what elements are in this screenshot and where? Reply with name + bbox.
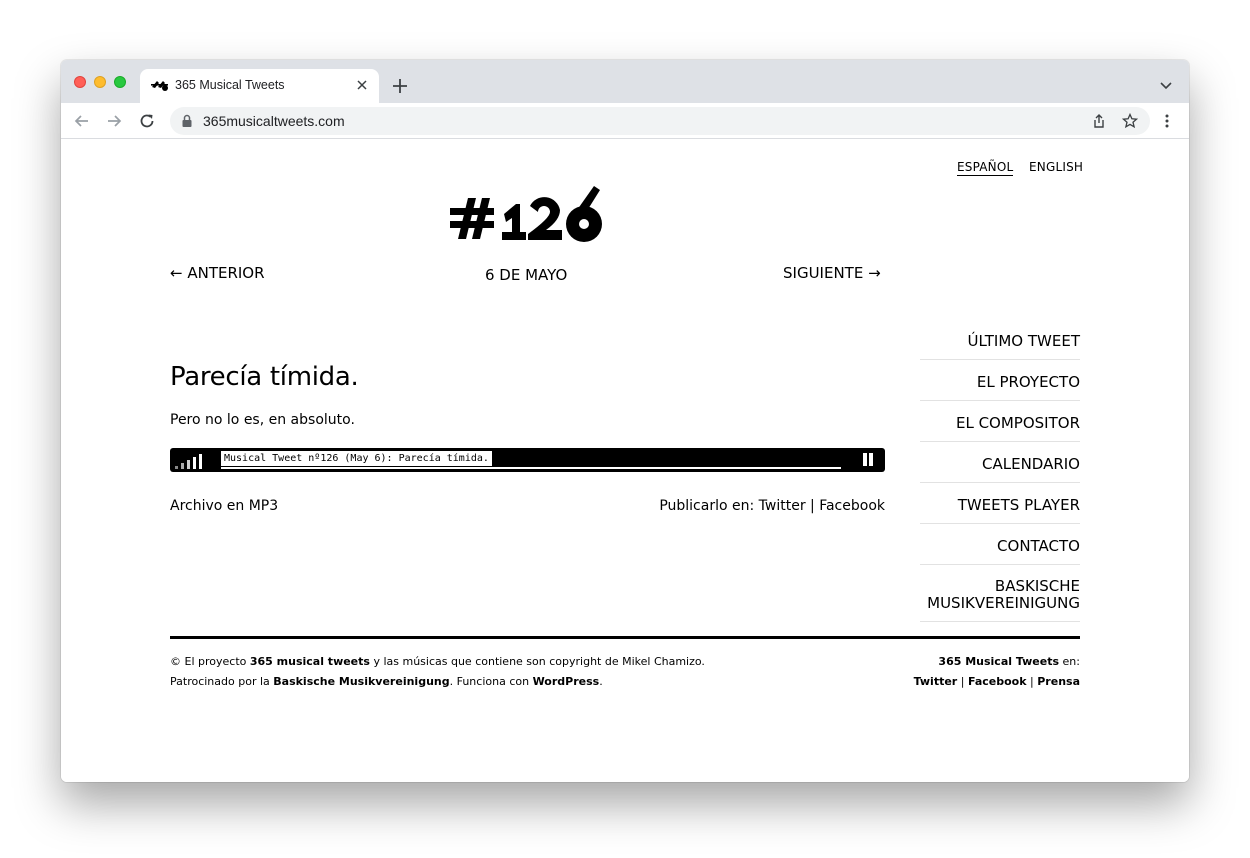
reload-icon[interactable] <box>138 112 156 130</box>
share-links: Publicarlo en: Twitter | Facebook <box>659 498 885 514</box>
pause-button[interactable] <box>862 453 874 467</box>
post-title: Parecía tímida. <box>170 362 359 392</box>
player-progress-bar[interactable] <box>221 467 841 469</box>
tab-title: 365 Musical Tweets <box>175 78 285 92</box>
share-prefix: Publicarlo en: <box>659 498 755 514</box>
tweet-date: 6 DE MAYO <box>485 266 568 284</box>
sidebar-item-el-proyecto[interactable]: EL PROYECTO <box>920 360 1080 401</box>
footer-line-1: © El proyecto 365 musical tweets y las m… <box>170 655 705 668</box>
browser-toolbar: 365musicaltweets.com <box>61 103 1189 139</box>
footer-facebook-link[interactable]: Facebook <box>968 675 1027 688</box>
address-bar[interactable]: 365musicaltweets.com <box>170 107 1150 135</box>
sidebar-item-label: MUSIKVEREINIGUNG <box>927 594 1080 612</box>
sidebar-nav: ÚLTIMO TWEET EL PROYECTO EL COMPOSITOR C… <box>920 319 1080 622</box>
sidebar-item-baskische[interactable]: BASKISCHE MUSIKVEREINIGUNG <box>920 565 1080 622</box>
separator: | <box>810 498 815 514</box>
sidebar-item-calendario[interactable]: CALENDARIO <box>920 442 1080 483</box>
tweet-number-logo: #126 <box>450 186 602 242</box>
forward-arrow-icon[interactable] <box>105 112 123 130</box>
close-window-button[interactable] <box>74 76 86 88</box>
share-icon[interactable] <box>1091 113 1107 129</box>
project-name-link[interactable]: 365 musical tweets <box>250 655 370 668</box>
next-tweet-link[interactable]: SIGUIENTE → <box>783 264 881 282</box>
minimize-window-button[interactable] <box>94 76 106 88</box>
previous-tweet-link[interactable]: ← ANTERIOR <box>170 264 265 282</box>
favicon-icon <box>151 81 168 91</box>
sidebar-item-tweets-player[interactable]: TWEETS PLAYER <box>920 483 1080 524</box>
desktop-stage: 365 Musical Tweets 365musicaltweets.com … <box>0 0 1250 858</box>
footer-brand: 365 Musical Tweets <box>938 655 1060 668</box>
back-arrow-icon[interactable] <box>73 112 91 130</box>
footer-line-2: Patrocinado por la Baskische Musikverein… <box>170 675 603 688</box>
footer-twitter-link[interactable]: Twitter <box>914 675 958 688</box>
active-tab[interactable]: 365 Musical Tweets <box>140 69 379 103</box>
post-text: Pero no lo es, en absoluto. <box>170 412 355 428</box>
pause-icon <box>863 453 867 466</box>
web-page: ESPAÑOL ENGLISH #126 ← ANTERIOR <box>61 140 1189 782</box>
new-tab-icon[interactable] <box>391 77 409 95</box>
more-menu-icon[interactable] <box>1159 113 1175 129</box>
sidebar-item-label: BASKISCHE <box>994 577 1080 595</box>
chevron-down-icon[interactable] <box>1159 78 1173 92</box>
wordpress-link[interactable]: WordPress <box>533 675 600 688</box>
browser-window: 365 Musical Tweets 365musicaltweets.com … <box>61 60 1189 782</box>
bookmark-star-icon[interactable] <box>1122 113 1138 129</box>
url-text: 365musicaltweets.com <box>203 113 345 129</box>
player-track-label: Musical Tweet nº126 (May 6): Parecía tím… <box>221 451 492 466</box>
share-twitter-link[interactable]: Twitter <box>759 498 806 514</box>
audio-player: Musical Tweet nº126 (May 6): Parecía tím… <box>170 448 885 472</box>
lock-icon <box>182 114 192 127</box>
footer-divider <box>170 636 1080 639</box>
share-facebook-link[interactable]: Facebook <box>819 498 885 514</box>
separator: | <box>1030 675 1034 688</box>
volume-bars-icon[interactable] <box>175 453 209 469</box>
tab-strip: 365 Musical Tweets <box>61 60 1189 103</box>
sidebar-item-contacto[interactable]: CONTACTO <box>920 524 1080 565</box>
lang-english-link[interactable]: ENGLISH <box>1029 160 1083 174</box>
maximize-window-button[interactable] <box>114 76 126 88</box>
footer-credits: © El proyecto 365 musical tweets y las m… <box>170 652 705 692</box>
mp3-download-link[interactable]: Archivo en MP3 <box>170 498 278 514</box>
sidebar-item-el-compositor[interactable]: EL COMPOSITOR <box>920 401 1080 442</box>
lang-espanol-link[interactable]: ESPAÑOL <box>957 160 1014 176</box>
sponsor-link[interactable]: Baskische Musikvereinigung <box>273 675 449 688</box>
close-tab-icon[interactable] <box>354 77 370 93</box>
sidebar-item-ultimo-tweet[interactable]: ÚLTIMO TWEET <box>920 319 1080 360</box>
separator: | <box>960 675 965 688</box>
footer-social: 365 Musical Tweets en: Twitter | Faceboo… <box>913 655 1080 688</box>
footer-prensa-link[interactable]: Prensa <box>1037 675 1080 688</box>
